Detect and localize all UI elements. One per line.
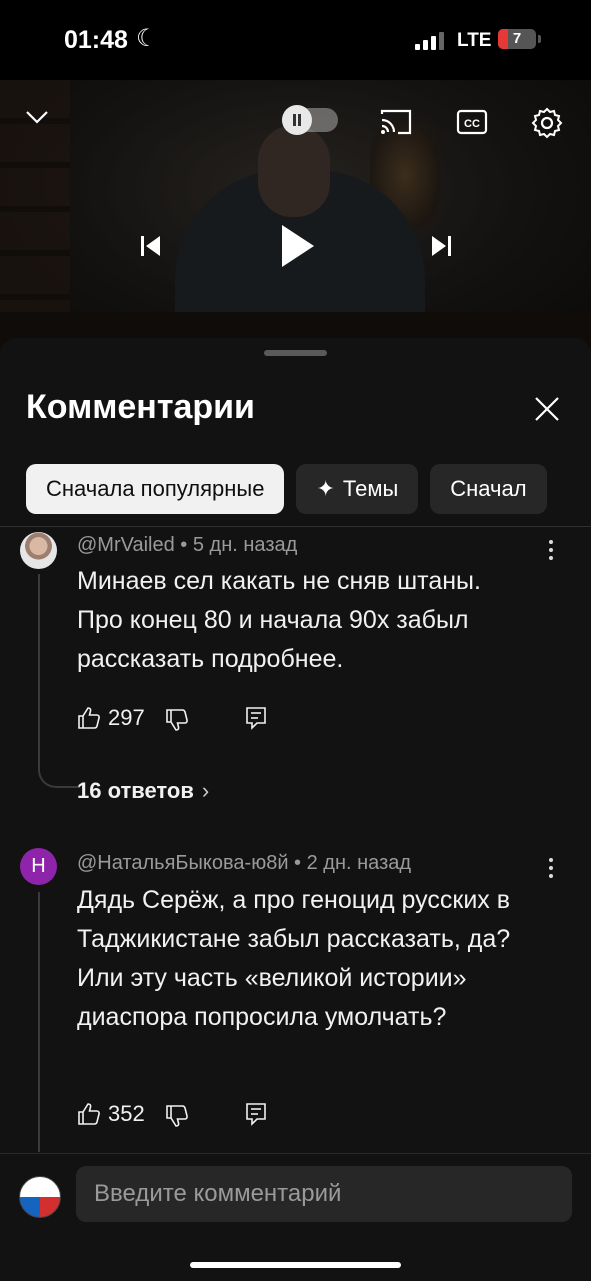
- replies-link[interactable]: 16 ответов ›: [77, 778, 209, 804]
- like-icon[interactable]: [77, 706, 101, 730]
- pause-icon: [282, 105, 312, 135]
- network-label: LTE: [457, 30, 492, 51]
- avatar[interactable]: Н: [20, 848, 57, 885]
- chips-divider: [0, 526, 591, 527]
- user-avatar[interactable]: [19, 1176, 61, 1218]
- meta-separator: •: [180, 534, 188, 556]
- comment-text: Дядь Серёж, а про геноцид русских в Тадж…: [77, 886, 511, 1031]
- comment-time: 5 дн. назад: [192, 534, 298, 556]
- sparkle-icon: ✦: [316, 476, 335, 501]
- battery-icon: 7: [498, 29, 536, 49]
- battery-tip: [538, 35, 541, 43]
- meta-separator: •: [294, 852, 302, 874]
- comment-meta: @НатальяБыкова-ю8й • 2 дн. назад: [77, 852, 411, 875]
- thread-line: [38, 574, 40, 756]
- comments-title: Комментарии: [26, 388, 255, 426]
- battery-level: 7: [512, 30, 522, 47]
- close-icon[interactable]: [532, 394, 562, 424]
- comment-time: 2 дн. назад: [306, 852, 412, 874]
- reply-icon[interactable]: [245, 706, 267, 730]
- comment-meta: @MrVailed • 5 дн. назад: [77, 534, 297, 557]
- chevron-down-icon[interactable]: [24, 104, 50, 130]
- comment-input-bar: [0, 1153, 591, 1281]
- chip-newest-first[interactable]: Сначал: [430, 464, 547, 514]
- chip-topics-label: Темы: [342, 476, 399, 501]
- captions-icon[interactable]: CC: [456, 108, 488, 136]
- skip-next-icon[interactable]: [428, 233, 454, 259]
- thread-line: [38, 892, 40, 1152]
- video-player[interactable]: CC: [0, 80, 591, 352]
- replies-count: 16 ответов: [77, 778, 194, 803]
- skip-previous-icon[interactable]: [138, 233, 164, 259]
- status-bar: 01:48 ☾ LTE 7: [0, 0, 591, 80]
- more-options-icon[interactable]: [541, 854, 561, 884]
- svg-text:CC: CC: [464, 118, 480, 130]
- status-time: 01:48: [64, 26, 128, 54]
- like-icon[interactable]: [77, 1102, 101, 1126]
- reply-icon[interactable]: [245, 1102, 267, 1126]
- comments-sheet: Комментарии Сначала популярные ✦ Темы Снача…: [0, 338, 591, 1280]
- chevron-right-icon: ›: [201, 778, 210, 803]
- comment-text: Минаев сел какать не сняв штаны. Про кон…: [77, 567, 481, 673]
- signal-icon: [415, 32, 447, 50]
- avatar[interactable]: [20, 532, 57, 569]
- drag-handle[interactable]: [264, 350, 327, 356]
- autoplay-toggle[interactable]: [282, 105, 338, 135]
- dislike-icon[interactable]: [165, 1104, 189, 1128]
- settings-gear-icon[interactable]: [530, 106, 564, 140]
- comment-author[interactable]: @MrVailed: [77, 534, 175, 556]
- like-count: 352: [108, 1101, 145, 1126]
- thread-curve: [38, 756, 80, 788]
- chip-popular-first[interactable]: Сначала популярные: [26, 464, 285, 514]
- cast-icon[interactable]: [380, 108, 412, 136]
- comment-author[interactable]: @НатальяБыкова-ю8й: [77, 852, 288, 874]
- like-count: 297: [108, 705, 145, 730]
- home-indicator[interactable]: [190, 1262, 401, 1268]
- comment-input[interactable]: [76, 1166, 572, 1222]
- sort-chips: Сначала популярные ✦ Темы Сначал: [26, 464, 591, 514]
- play-icon[interactable]: [280, 223, 316, 269]
- moon-icon: ☾: [136, 25, 158, 52]
- dislike-icon[interactable]: [165, 708, 189, 732]
- chip-topics[interactable]: ✦ Темы: [296, 464, 419, 514]
